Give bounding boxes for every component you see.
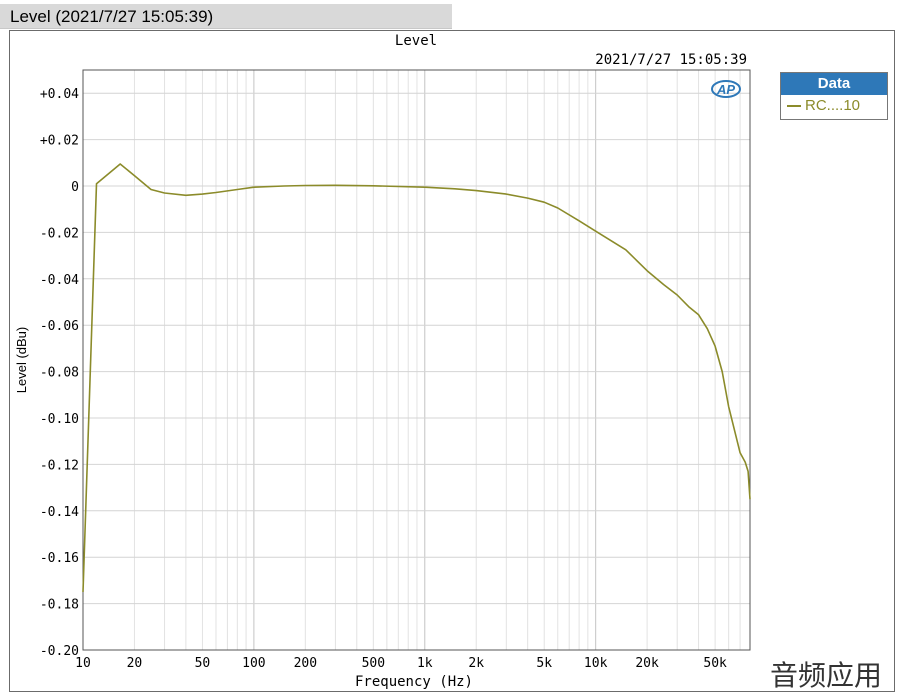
y-tick-label: -0.16	[40, 551, 79, 566]
y-tick-label: -0.06	[40, 319, 79, 334]
chart-title: Level	[395, 33, 437, 49]
x-tick-label: 500	[362, 656, 385, 671]
legend-header: Data	[781, 73, 887, 95]
y-tick-label: -0.20	[40, 644, 79, 659]
legend[interactable]: Data RC....10	[780, 72, 888, 120]
y-tick-label: -0.08	[40, 366, 79, 381]
legend-swatch	[787, 105, 801, 108]
x-tick-label: 50	[195, 656, 211, 671]
x-tick-label: 20	[127, 656, 143, 671]
y-tick-label: -0.02	[40, 226, 79, 241]
y-tick-label: -0.14	[40, 505, 79, 520]
x-tick-label: 50k	[703, 656, 727, 671]
level-chart: 10 20 50 100 200 500 1k 2k 5k 10k 20k 50k +0.04+0.0…	[14, 33, 751, 690]
x-tick-label: 200	[294, 656, 317, 671]
ap-logo-icon: AP	[711, 80, 741, 98]
x-tick-label: 10k	[584, 656, 608, 671]
watermark: 音频应用	[770, 659, 883, 692]
y-tick-label: -0.12	[40, 458, 79, 473]
y-tick-label: -0.10	[40, 412, 79, 427]
x-tick-label: 2k	[468, 656, 484, 671]
x-ticks: 10 20 50 100 200 500 1k 2k 5k 10k 20k 50k	[75, 656, 727, 671]
svg-text:AP: AP	[716, 82, 735, 97]
legend-entry[interactable]: RC....10	[781, 95, 887, 117]
y-tick-label: +0.02	[40, 134, 79, 149]
grid	[82, 70, 751, 651]
legend-entry-label: RC....10	[805, 97, 861, 114]
x-tick-label: 1k	[417, 656, 433, 671]
y-tick-label: -0.18	[40, 598, 79, 613]
y-tick-label: +0.04	[40, 87, 79, 102]
chart-timestamp: 2021/7/27 15:05:39	[595, 52, 747, 68]
x-tick-label: 5k	[536, 656, 552, 671]
y-ticks: +0.04 +0.02 0 -0.02 -0.04 -0.06 -0.08 -0.10 -0.1…	[40, 87, 79, 659]
x-axis-label: Frequency (Hz)	[355, 674, 473, 690]
x-tick-label: 20k	[635, 656, 659, 671]
x-tick-label: 100	[242, 656, 265, 671]
y-axis-label: Level (dBu)	[14, 327, 29, 393]
y-tick-label: -0.04	[40, 273, 79, 288]
y-tick-label: 0	[71, 180, 79, 195]
